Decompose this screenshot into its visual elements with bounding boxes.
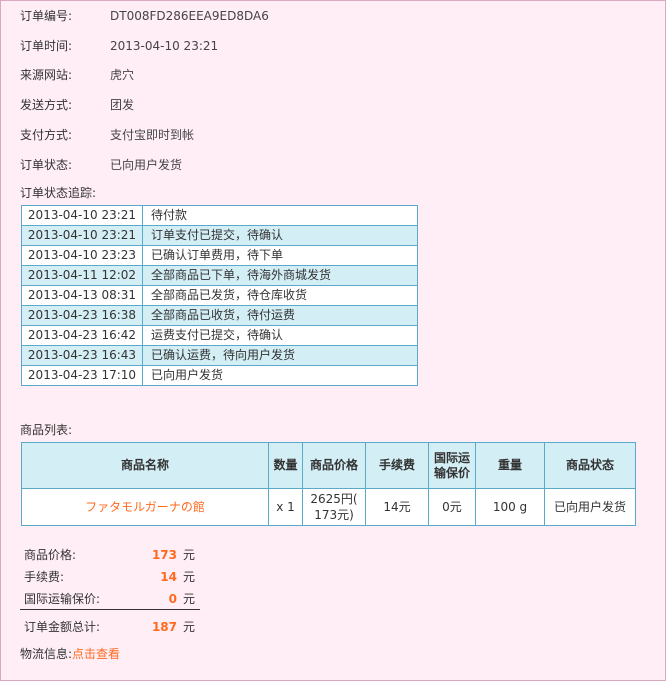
summary-total-label: 订单金额总计: [24,620,101,634]
goods-fee: 14元 [365,488,429,526]
order-status-value: 已向用户发货 [110,158,183,172]
tracking-status: 全部商品已下单，待海外商城发货 [142,265,418,286]
col-header-qty: 数量 [268,442,303,489]
tracking-status: 全部商品已收货，待付运费 [142,305,418,326]
goods-header-row: 商品名称 数量 商品价格 手续费 国际运 输保价 重量 商品状态 [21,442,636,489]
order-time-label: 订单时间: [20,39,73,53]
goods-price: 2625円( 173元) [302,488,366,526]
summary-insurance-label: 国际运输保价: [24,592,101,606]
summary-service-fee: 手续费: 14 元 [24,568,199,586]
tracking-date: 2013-04-23 16:43 [21,345,143,366]
tracking-row: 2013-04-23 17:10 已向用户发货 [21,365,418,386]
tracking-date: 2013-04-23 16:38 [21,305,143,326]
goods-table: 商品名称 数量 商品价格 手续费 国际运 输保价 重量 商品状态 ファタモルガーナ… [21,442,636,526]
tracking-status: 已向用户发货 [142,365,418,386]
col-header-price: 商品价格 [302,442,366,489]
summary-insurance: 国际运输保价: 0 元 [24,590,199,608]
tracking-row: 2013-04-13 08:31 全部商品已发货，待仓库收货 [21,285,418,306]
goods-name-cell: ファタモルガーナの館 [21,488,269,526]
col-header-fee: 手续费 [365,442,429,489]
logistics-view-link[interactable]: 点击查看 [72,647,120,661]
tracking-date: 2013-04-10 23:21 [21,205,143,226]
summary-total-value: 187 [151,620,177,634]
col-header-insurance: 国际运 输保价 [428,442,476,489]
col-header-name: 商品名称 [21,442,269,489]
col-header-weight: 重量 [475,442,545,489]
tracking-status: 已确认订单费用，待下单 [142,245,418,266]
summary-goods-price-unit: 元 [182,548,195,562]
col-header-insurance-line1: 国际运 [433,450,470,465]
summary-goods-price-value: 173 [151,548,177,562]
summary-service-fee-label: 手续费: [24,570,65,584]
summary-total: 订单金额总计: 187 元 [24,618,199,636]
tracking-status: 运费支付已提交，待确认 [142,325,418,346]
goods-qty: x 1 [268,488,303,526]
tracking-status: 订单支付已提交，待确认 [142,225,418,246]
summary-insurance-value: 0 [168,592,177,606]
tracking-row: 2013-04-10 23:21 待付款 [21,205,418,226]
goods-price-line2: 173元) [314,508,354,522]
order-status-label: 订单状态: [20,158,73,172]
goods-status: 已向用户发货 [544,488,636,526]
tracking-row: 2013-04-10 23:23 已确认订单费用，待下单 [21,245,418,266]
tracking-date: 2013-04-13 08:31 [21,285,143,306]
logistics-row: 物流信息:点击查看 [20,645,120,662]
goods-name-link[interactable]: ファタモルガーナの館 [85,500,205,514]
order-time-value: 2013-04-10 23:21 [110,39,219,53]
order-number-label: 订单编号: [20,9,73,23]
tracking-status: 已确认运费，待向用户发货 [142,345,418,366]
order-number-value: DT008FD286EEA9ED8DA6 [110,9,269,23]
summary-total-unit: 元 [182,620,195,634]
tracking-date: 2013-04-10 23:21 [21,225,143,246]
summary-divider [20,609,200,610]
payment-method-label: 支付方式: [20,128,73,142]
goods-weight: 100 g [475,488,545,526]
col-header-status: 商品状态 [544,442,636,489]
payment-method-value: 支付宝即时到帐 [110,128,195,142]
tracking-title: 订单状态追踪: [20,186,97,200]
tracking-status: 待付款 [142,205,418,226]
summary-goods-price-label: 商品价格: [24,548,77,562]
tracking-date: 2013-04-23 17:10 [21,365,143,386]
goods-price-line1: 2625円( [310,492,358,506]
tracking-row: 2013-04-23 16:43 已确认运费，待向用户发货 [21,345,418,366]
logistics-label: 物流信息: [20,647,73,661]
tracking-row: 2013-04-11 12:02 全部商品已下单，待海外商城发货 [21,265,418,286]
goods-title: 商品列表: [20,423,73,437]
summary-service-fee-unit: 元 [182,570,195,584]
tracking-table: 2013-04-10 23:21 待付款 2013-04-10 23:21 订单支付… [21,205,418,386]
goods-insurance: 0元 [428,488,476,526]
tracking-date: 2013-04-11 12:02 [21,265,143,286]
shipping-method-value: 团发 [110,98,135,112]
tracking-date: 2013-04-10 23:23 [21,245,143,266]
tracking-date: 2013-04-23 16:42 [21,325,143,346]
col-header-insurance-line2: 输保价 [433,465,470,480]
shipping-method-label: 发送方式: [20,98,73,112]
goods-row: ファタモルガーナの館 x 1 2625円(173元) 14元 0元 100 g … [21,488,636,526]
summary-goods-price: 商品价格: 173 元 [24,546,199,564]
source-site-label: 来源网站: [20,68,73,82]
summary-service-fee-value: 14 [160,570,177,584]
summary-insurance-unit: 元 [182,592,195,606]
tracking-row: 2013-04-10 23:21 订单支付已提交，待确认 [21,225,418,246]
source-site-value: 虎穴 [110,68,135,82]
tracking-row: 2013-04-23 16:38 全部商品已收货，待付运费 [21,305,418,326]
tracking-status: 全部商品已发货，待仓库收货 [142,285,418,306]
tracking-row: 2013-04-23 16:42 运费支付已提交，待确认 [21,325,418,346]
